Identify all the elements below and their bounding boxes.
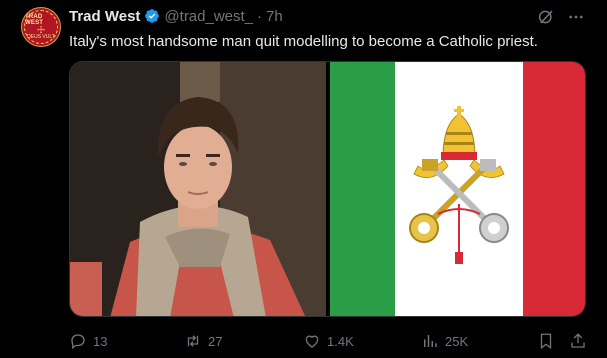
avatar-logo: TRAD WEST ☩ DEUS VULT <box>24 10 58 44</box>
flag-green-band <box>330 62 395 316</box>
timestamp[interactable]: 7h <box>266 8 283 25</box>
avatar-text-bottom: DEUS VULT <box>27 34 55 40</box>
repost-icon <box>187 335 199 347</box>
bookmark-icon <box>540 333 552 350</box>
author-handle[interactable]: @trad_west_ <box>164 8 253 25</box>
views-count: 25K <box>445 333 469 349</box>
views-icon <box>424 335 437 347</box>
like-count: 1.4K <box>327 333 354 349</box>
repost-button[interactable]: 27 <box>184 330 222 352</box>
verified-badge-icon[interactable] <box>144 8 160 24</box>
tweet-header: Trad West @trad_west_ · 7h <box>69 6 283 26</box>
vatican-italy-flag-image[interactable] <box>330 62 585 316</box>
tweet-text: Italy's most handsome man quit modelling… <box>69 33 538 50</box>
share-button[interactable] <box>569 330 587 352</box>
reply-button[interactable]: 13 <box>69 330 107 352</box>
flag-red-band <box>523 62 585 316</box>
tweet-top-actions <box>537 8 585 26</box>
bookmark-button[interactable] <box>537 330 555 352</box>
more-icon[interactable] <box>567 8 585 26</box>
repost-count: 27 <box>208 333 223 349</box>
heart-icon <box>305 335 319 348</box>
photo-man-with-scarf[interactable] <box>70 62 326 316</box>
grok-icon[interactable] <box>537 8 555 26</box>
avatar[interactable]: TRAD WEST ☩ DEUS VULT <box>21 7 61 47</box>
author-name[interactable]: Trad West <box>69 8 140 25</box>
flag-white-band <box>395 62 523 316</box>
like-button[interactable]: 1.4K <box>303 330 354 352</box>
share-icon <box>571 333 585 348</box>
tweet-media[interactable] <box>69 61 586 317</box>
separator-dot: · <box>257 7 263 25</box>
photo-illustration <box>70 62 326 316</box>
reply-icon <box>71 334 85 350</box>
papal-keys-emblem <box>409 106 509 264</box>
tweet[interactable]: TRAD WEST ☩ DEUS VULT Trad West @trad_we… <box>0 0 607 358</box>
views-button[interactable]: 25K <box>421 330 468 352</box>
reply-count: 13 <box>93 333 108 349</box>
tweet-action-bar: 13 27 1.4K 25K <box>69 330 589 354</box>
